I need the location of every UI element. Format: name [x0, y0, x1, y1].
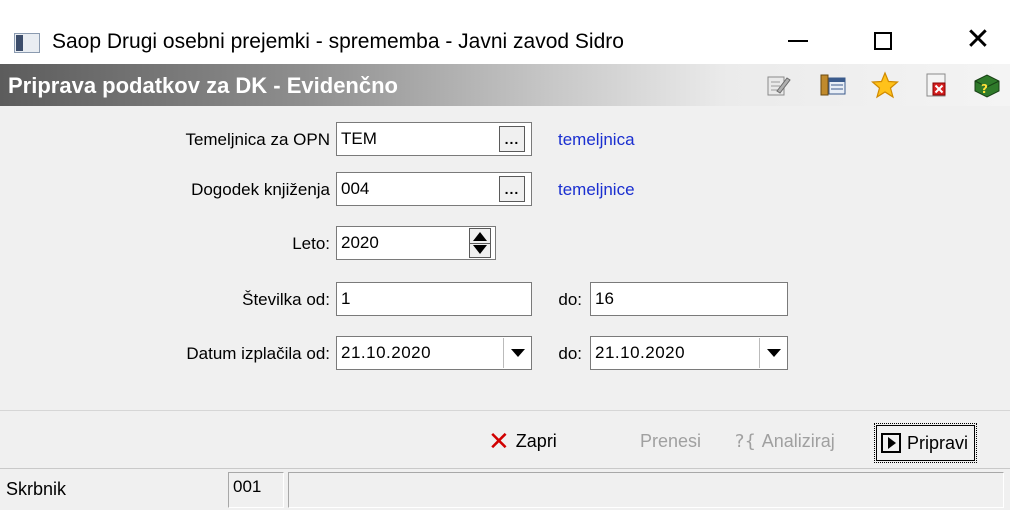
datum-od-dropdown[interactable] — [503, 338, 531, 368]
dogodek-label: Dogodek knjiženja — [191, 180, 330, 199]
maximize-icon — [874, 32, 892, 50]
pripravi-button[interactable]: Pripravi — [874, 423, 978, 463]
pripravi-label: Pripravi — [907, 432, 969, 453]
svg-text:?: ? — [981, 82, 988, 96]
analiziraj-label: Analiziraj — [761, 431, 835, 451]
minimize-button[interactable] — [770, 16, 826, 62]
prenesi-button[interactable]: Prenesi — [640, 431, 701, 452]
spin-divider — [470, 243, 490, 244]
leto-label: Leto: — [292, 234, 330, 253]
dogodek-link[interactable]: temeljnice — [558, 180, 635, 200]
status-code: 001 — [228, 472, 284, 508]
stevilka-do-input[interactable]: 16 — [590, 282, 788, 316]
help-icon[interactable]: ? — [972, 70, 1002, 100]
datum-do-label: do: — [558, 344, 582, 363]
leto-spinner[interactable] — [469, 228, 491, 258]
window-titlebar: Saop Drugi osebni prejemki - sprememba -… — [0, 8, 1010, 64]
close-red-icon: ✕ — [488, 426, 510, 457]
spin-up-icon[interactable] — [473, 232, 487, 241]
background-window-edge — [0, 0, 1010, 8]
status-message — [288, 472, 1004, 508]
temeljnica-lookup-button[interactable]: ... — [499, 126, 525, 152]
export-icon[interactable] — [922, 70, 952, 100]
status-user: Skrbnik — [6, 479, 67, 499]
play-icon — [881, 433, 901, 453]
datum-od-input[interactable]: 21.10.2020 — [336, 336, 532, 370]
datum-od-value: 21.10.2020 — [341, 343, 432, 362]
zapri-label: Zapri — [515, 431, 557, 451]
stevilka-do-label: do: — [558, 290, 582, 309]
page-title: Priprava podatkov za DK - Evidenčno — [8, 73, 398, 98]
datum-label: Datum izplačila od: — [186, 344, 330, 363]
datum-do-value: 21.10.2020 — [595, 343, 686, 362]
form-header: Priprava podatkov za DK - Evidenčno ? — [0, 64, 1010, 106]
star-icon[interactable] — [870, 70, 900, 100]
status-bar: Skrbnik 001 — [0, 468, 1010, 510]
analiziraj-button[interactable]: ?{ Analiziraj — [734, 431, 835, 452]
chevron-down-icon — [766, 349, 781, 357]
stevilka-label: Številka od: — [242, 290, 330, 309]
action-bar: ✕ Zapri Prenesi ?{ Analiziraj Pripravi — [0, 410, 1010, 468]
prenesi-label: Prenesi — [640, 431, 702, 451]
analyze-icon: ?{ — [734, 431, 756, 452]
close-icon: ✕ — [965, 22, 991, 57]
dogodek-lookup-button[interactable]: ... — [499, 176, 525, 202]
edit-icon[interactable] — [763, 70, 793, 100]
zapri-button[interactable]: ✕ Zapri — [488, 426, 557, 457]
window-title: Saop Drugi osebni prejemki - sprememba -… — [52, 30, 624, 53]
chevron-down-icon — [510, 349, 525, 357]
maximize-button[interactable] — [855, 16, 911, 62]
stevilka-od-input[interactable]: 1 — [336, 282, 532, 316]
minimize-icon — [788, 40, 808, 42]
datum-do-dropdown[interactable] — [759, 338, 787, 368]
temeljnica-label: Temeljnica za OPN — [185, 130, 330, 149]
app-icon — [14, 33, 40, 53]
spin-down-icon[interactable] — [473, 245, 487, 254]
temeljnica-link[interactable]: temeljnica — [558, 130, 635, 150]
list-icon[interactable] — [818, 70, 848, 100]
datum-do-input[interactable]: 21.10.2020 — [590, 336, 788, 370]
form-panel: Temeljnica za OPN TEM ... temeljnica Dog… — [0, 106, 1010, 410]
close-button[interactable]: ✕ — [950, 16, 1006, 62]
